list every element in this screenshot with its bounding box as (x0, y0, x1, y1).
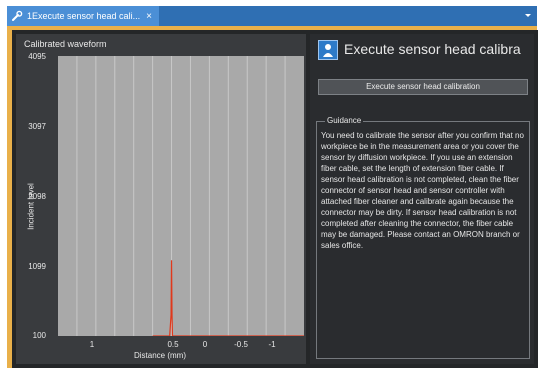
close-icon[interactable]: × (146, 11, 152, 22)
tab-execute-sensor-head-calibration[interactable]: 1Execute sensor head cali... × (7, 6, 159, 26)
window-frame: 1Execute sensor head cali... × Calibrate… (7, 6, 538, 368)
execute-calibration-button[interactable]: Execute sensor head calibration (318, 79, 528, 95)
y-axis-title: Incident level (26, 183, 36, 230)
wrench-icon (12, 10, 23, 21)
y-tick-label: 2098 (28, 192, 46, 201)
y-tick-label: 4095 (28, 52, 46, 61)
x-axis-title: Distance (mm) (134, 351, 187, 360)
y-tick-label: 3097 (28, 122, 46, 131)
content-area: Calibrated waveform Incident level 4095 … (12, 30, 538, 368)
y-tick-label: 100 (32, 331, 46, 340)
tab-bar: 1Execute sensor head cali... × (7, 6, 537, 26)
x-tick-label: -0.5 (234, 340, 248, 349)
chart-title: Calibrated waveform (24, 39, 107, 49)
y-tick-label: 1099 (28, 262, 46, 271)
panel-title: Execute sensor head calibra (344, 41, 521, 57)
dropdown-arrow-icon[interactable] (523, 10, 533, 20)
x-tick-label: 1 (89, 340, 95, 349)
waveform-plot (58, 56, 304, 336)
plot-background (58, 56, 304, 336)
guidance-label: Guidance (325, 116, 364, 125)
x-tick-label: -1 (268, 340, 276, 349)
guidance-box: Guidance You need to calibrate the senso… (316, 116, 530, 359)
x-tick-label: 0 (202, 340, 208, 349)
guidance-text: You need to calibrate the sensor after y… (321, 131, 524, 250)
waveform-panel: Calibrated waveform Incident level 4095 … (16, 34, 306, 364)
calibration-panel: Execute sensor head calibra Execute sens… (310, 34, 534, 364)
sensor-head-icon (318, 40, 338, 60)
tab-title: 1Execute sensor head cali... (27, 11, 141, 21)
x-tick-label: 0.5 (167, 340, 179, 349)
